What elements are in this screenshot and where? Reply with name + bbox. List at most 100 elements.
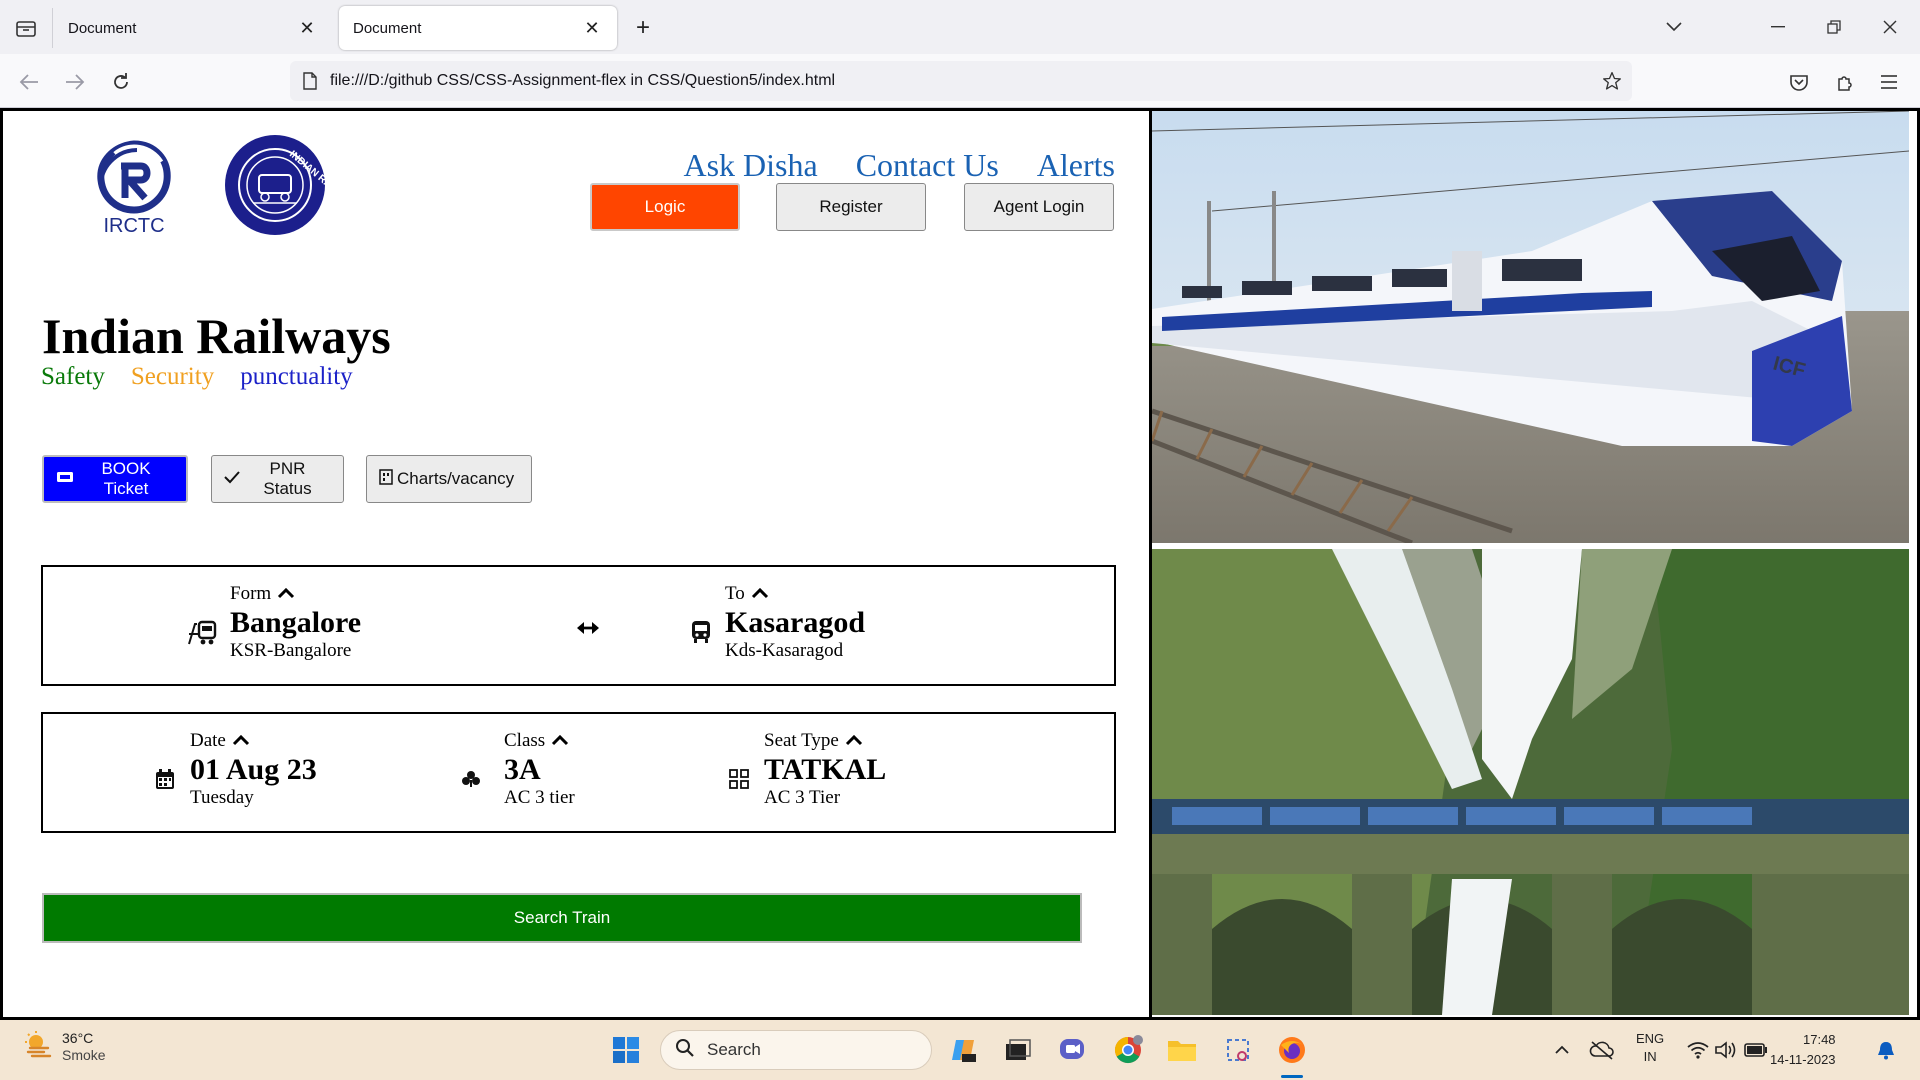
notification-bell-icon[interactable] bbox=[1868, 1032, 1904, 1068]
restore-icon[interactable] bbox=[1814, 10, 1854, 44]
chevron-up-icon[interactable] bbox=[845, 730, 863, 752]
search-placeholder: Search bbox=[707, 1040, 761, 1059]
weather-condition: Smoke bbox=[62, 1046, 106, 1063]
seat-type-label: Seat Type bbox=[764, 730, 839, 751]
tab-separator bbox=[52, 8, 53, 48]
club-icon bbox=[455, 764, 487, 794]
calendar-icon bbox=[149, 764, 181, 794]
page-icon bbox=[290, 72, 330, 90]
indian-railways-logo[interactable]: INDIAN RAILWAYS bbox=[223, 133, 362, 237]
page-viewport: IRCTC INDIAN RAILWAYS Ask Disha Contact … bbox=[0, 108, 1920, 1020]
extensions-icon[interactable] bbox=[1830, 67, 1860, 97]
class-label: Class bbox=[504, 730, 546, 751]
system-clock[interactable]: 17:48 14-11-2023 bbox=[1770, 1030, 1836, 1069]
to-station[interactable]: To Kasaragod Kds-Kasaragod bbox=[725, 583, 865, 662]
chevron-up-icon[interactable] bbox=[277, 583, 295, 605]
alerts-link[interactable]: Alerts bbox=[1037, 147, 1115, 184]
region-code: IN bbox=[1643, 1049, 1657, 1065]
battery-icon[interactable] bbox=[1738, 1032, 1774, 1068]
forward-icon[interactable] bbox=[60, 67, 90, 97]
from-code: KSR-Bangalore bbox=[230, 640, 352, 661]
ask-disha-link[interactable]: Ask Disha bbox=[683, 147, 817, 184]
top-links: Ask Disha Contact Us Alerts bbox=[683, 147, 1115, 184]
agent-login-button[interactable]: Agent Login bbox=[964, 183, 1114, 231]
charts-vacancy-label: Charts/vacancy bbox=[397, 469, 515, 488]
smoke-weather-icon bbox=[24, 1030, 52, 1063]
chevron-up-icon[interactable] bbox=[551, 730, 569, 752]
register-button[interactable]: Register bbox=[776, 183, 926, 231]
class-value: 3A bbox=[504, 753, 541, 786]
close-icon[interactable]: ✕ bbox=[581, 17, 603, 39]
weather-temp: 36°C bbox=[62, 1030, 94, 1046]
seat-type-field[interactable]: Seat Type TATKAL AC 3 Tier bbox=[764, 730, 886, 809]
firefox-icon[interactable] bbox=[1274, 1032, 1310, 1068]
date-weekday: Tuesday bbox=[190, 787, 254, 808]
new-tab-icon[interactable]: + bbox=[628, 14, 658, 42]
file-explorer-icon[interactable] bbox=[1164, 1032, 1200, 1068]
book-ticket-label: BOOK Ticket bbox=[101, 459, 151, 498]
chrome-icon[interactable] bbox=[1110, 1032, 1146, 1068]
irctc-logo[interactable]: IRCTC bbox=[89, 136, 179, 237]
date-field[interactable]: Date 01 Aug 23 Tuesday bbox=[190, 730, 317, 809]
to-code: Kds-Kasaragod bbox=[725, 640, 844, 661]
seat-type-value: TATKAL bbox=[764, 753, 887, 786]
chevron-up-icon[interactable] bbox=[751, 583, 769, 605]
taskbar-search[interactable]: Search bbox=[660, 1030, 932, 1070]
menu-icon[interactable] bbox=[1874, 67, 1904, 97]
pnr-status-button[interactable]: PNR Status bbox=[211, 455, 344, 503]
date-label: Date bbox=[190, 730, 226, 751]
meet-chat-icon[interactable] bbox=[1054, 1032, 1090, 1068]
search-icon bbox=[675, 1038, 695, 1063]
list-all-tabs-icon[interactable] bbox=[1654, 10, 1694, 44]
tagline-safety: Safety bbox=[41, 363, 105, 390]
station-train-icon bbox=[187, 617, 219, 647]
contact-us-link[interactable]: Contact Us bbox=[856, 147, 999, 184]
chevron-up-icon[interactable] bbox=[1544, 1032, 1580, 1068]
pnr-status-label: PNR Status bbox=[263, 459, 312, 498]
close-icon[interactable]: ✕ bbox=[296, 17, 318, 39]
tab-title: Document bbox=[68, 19, 137, 37]
minimize-icon[interactable] bbox=[1758, 10, 1798, 44]
swap-arrows-icon[interactable] bbox=[575, 615, 601, 641]
search-train-button[interactable]: Search Train bbox=[42, 893, 1082, 943]
browser-tab[interactable]: Document ✕ bbox=[54, 6, 332, 50]
url-text[interactable]: file:///D:/github CSS/CSS-Assignment-fle… bbox=[330, 72, 1592, 90]
clock-date: 14-11-2023 bbox=[1770, 1051, 1836, 1067]
language-code: ENG bbox=[1636, 1031, 1665, 1046]
charts-vacancy-button[interactable]: Charts/vacancy bbox=[366, 455, 532, 503]
snipping-tool-icon[interactable] bbox=[1220, 1032, 1256, 1068]
page-title: Indian Railways bbox=[42, 308, 391, 364]
to-value: Kasaragod bbox=[725, 606, 866, 639]
class-field[interactable]: Class 3A AC 3 tier bbox=[504, 730, 575, 809]
chart-sheet-icon bbox=[379, 468, 393, 490]
windows-start-icon[interactable] bbox=[608, 1032, 644, 1068]
bus-icon bbox=[685, 617, 717, 647]
taglines: Safety Security punctuality bbox=[41, 363, 353, 391]
weather-widget[interactable]: 36°C Smoke bbox=[24, 1030, 106, 1064]
browser-tab-active[interactable]: Document ✕ bbox=[339, 6, 617, 50]
route-selector: Form Bangalore KSR-Bangalore To Kasarago… bbox=[41, 565, 1116, 686]
copilot-icon[interactable] bbox=[946, 1032, 982, 1068]
vande-bharat-train-photo: ICF bbox=[1152, 111, 1909, 543]
onedrive-offline-icon[interactable] bbox=[1584, 1032, 1620, 1068]
from-station[interactable]: Form Bangalore KSR-Bangalore bbox=[230, 583, 361, 662]
class-description: AC 3 tier bbox=[504, 787, 575, 808]
book-ticket-button[interactable]: BOOK Ticket bbox=[42, 455, 188, 503]
login-button[interactable]: Logic bbox=[590, 183, 740, 231]
bookmark-star-icon[interactable] bbox=[1592, 71, 1632, 91]
check-icon bbox=[224, 469, 240, 489]
from-label: Form bbox=[230, 583, 272, 604]
language-indicator[interactable]: ENG IN bbox=[1636, 1030, 1664, 1066]
browser-nav-bar: file:///D:/github CSS/CSS-Assignment-fle… bbox=[0, 54, 1920, 108]
tagline-punctuality: punctuality bbox=[240, 363, 353, 390]
close-window-icon[interactable] bbox=[1870, 10, 1910, 44]
pocket-icon[interactable] bbox=[1784, 67, 1814, 97]
chevron-up-icon[interactable] bbox=[232, 730, 250, 752]
task-view-icon[interactable] bbox=[1000, 1032, 1036, 1068]
back-icon[interactable] bbox=[14, 67, 44, 97]
reload-icon[interactable] bbox=[106, 67, 136, 97]
address-bar[interactable]: file:///D:/github CSS/CSS-Assignment-fle… bbox=[290, 61, 1632, 101]
irctc-logo-text: IRCTC bbox=[103, 215, 164, 236]
photo-panel: ICF bbox=[1152, 111, 1917, 1017]
tab-list-icon[interactable] bbox=[10, 14, 42, 42]
